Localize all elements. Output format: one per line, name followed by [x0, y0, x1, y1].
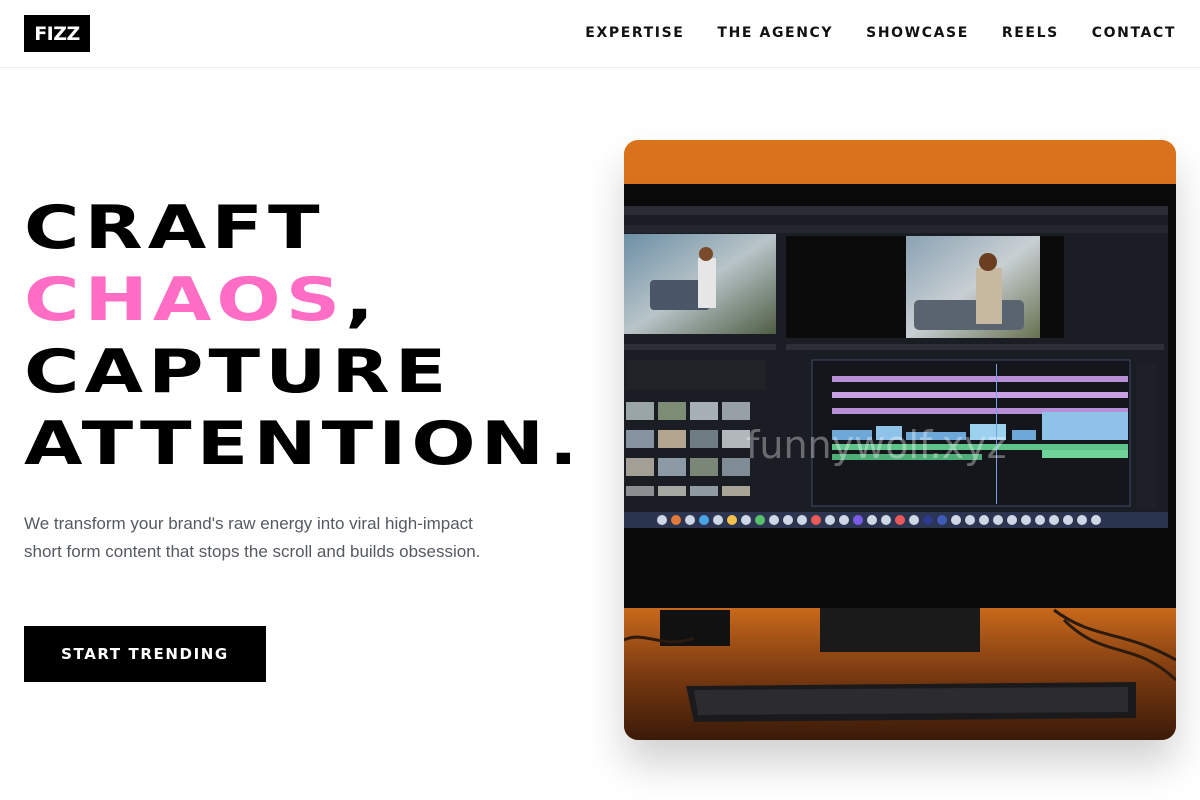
main-nav: EXPERTISE THE AGENCY SHOWCASE REELS CONT…	[585, 24, 1176, 42]
headline-line-4: ATTENTION.	[24, 409, 583, 479]
fizz-logo[interactable]: FIZZ	[24, 15, 90, 52]
hero-headline: CRAFT CHAOS, CAPTURE ATTENTION.	[24, 192, 583, 480]
hero-subtext: We transform your brand's raw energy int…	[24, 514, 481, 561]
site-header: FIZZ EXPERTISE THE AGENCY SHOWCASE REELS…	[0, 0, 1200, 68]
nav-the-agency[interactable]: THE AGENCY	[717, 24, 833, 42]
headline-line-2: CHAOS,	[24, 264, 583, 336]
keyboard	[686, 682, 1136, 722]
headline-line-3: CAPTURE	[24, 337, 452, 407]
hero-image: funnywolf.xyz	[624, 140, 1176, 740]
headline-comma: ,	[345, 265, 379, 335]
start-trending-button[interactable]: START TRENDING	[24, 626, 266, 682]
image-watermark: funnywolf.xyz	[746, 423, 1007, 467]
nav-expertise[interactable]: EXPERTISE	[585, 24, 684, 42]
nav-showcase[interactable]: SHOWCASE	[866, 24, 969, 42]
headline-line-1: CRAFT	[24, 193, 325, 263]
headline-accent: CHAOS	[24, 265, 346, 335]
editing-monitor-photo: funnywolf.xyz	[624, 140, 1176, 740]
nav-contact[interactable]: CONTACT	[1092, 24, 1176, 42]
nav-reels[interactable]: REELS	[1002, 24, 1059, 42]
